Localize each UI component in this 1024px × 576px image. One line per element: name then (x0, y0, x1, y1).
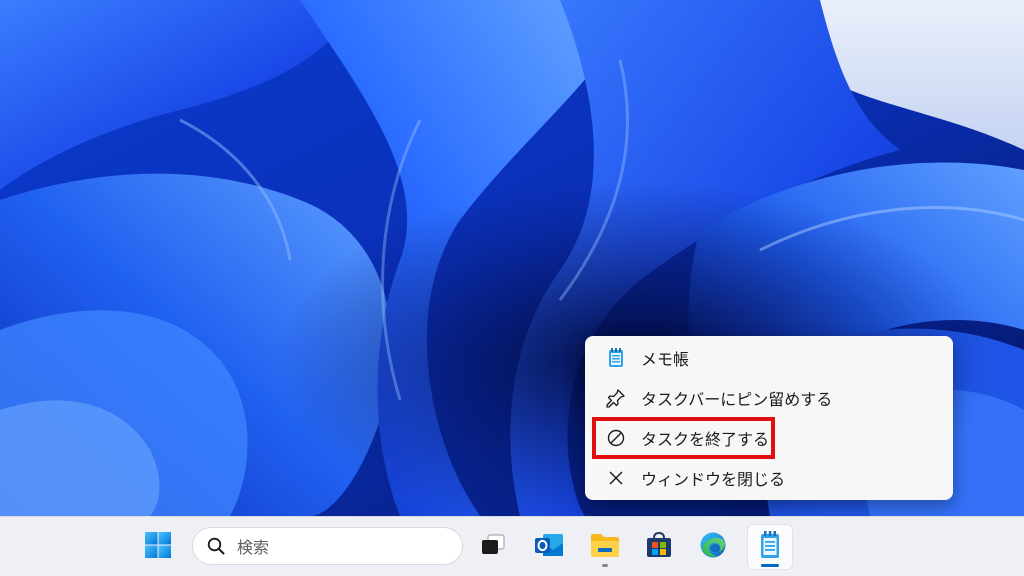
menu-item-pin-to-taskbar[interactable]: タスクバーにピン留めする (593, 380, 945, 416)
outlook-button[interactable] (527, 525, 571, 569)
taskbar-search-box[interactable]: 検索 (192, 527, 463, 565)
running-indicator (602, 564, 608, 567)
close-icon (605, 467, 627, 489)
edge-button[interactable] (691, 525, 735, 569)
desktop-screen: メモ帳 タスクバーにピン留めする タスクを終了する ウィンドウを閉じる 検索 (0, 0, 1024, 576)
pin-icon (605, 387, 627, 409)
notepad-taskbar-button[interactable] (748, 525, 792, 569)
notepad-icon (759, 531, 781, 563)
microsoft-store-button[interactable] (637, 525, 681, 569)
menu-item-notepad[interactable]: メモ帳 (593, 340, 945, 376)
menu-item-label: ウィンドウを閉じる (641, 470, 786, 489)
task-view-icon (480, 533, 506, 561)
menu-item-label: メモ帳 (641, 350, 690, 369)
file-explorer-button[interactable] (583, 525, 627, 569)
search-icon (205, 535, 227, 557)
menu-item-close-window[interactable]: ウィンドウを閉じる (593, 460, 945, 496)
search-placeholder: 検索 (237, 538, 270, 557)
highlight-annotation-box (592, 417, 775, 459)
taskbar: 検索 (0, 516, 1024, 576)
start-button[interactable] (136, 525, 180, 569)
outlook-icon (534, 531, 564, 563)
file-explorer-icon (590, 532, 620, 562)
notepad-icon (605, 347, 627, 369)
edge-icon (699, 531, 727, 563)
menu-item-label: タスクバーにピン留めする (641, 390, 833, 409)
task-view-button[interactable] (471, 525, 515, 569)
store-icon (645, 531, 673, 563)
windows-start-icon (144, 531, 172, 563)
active-indicator (761, 564, 779, 567)
